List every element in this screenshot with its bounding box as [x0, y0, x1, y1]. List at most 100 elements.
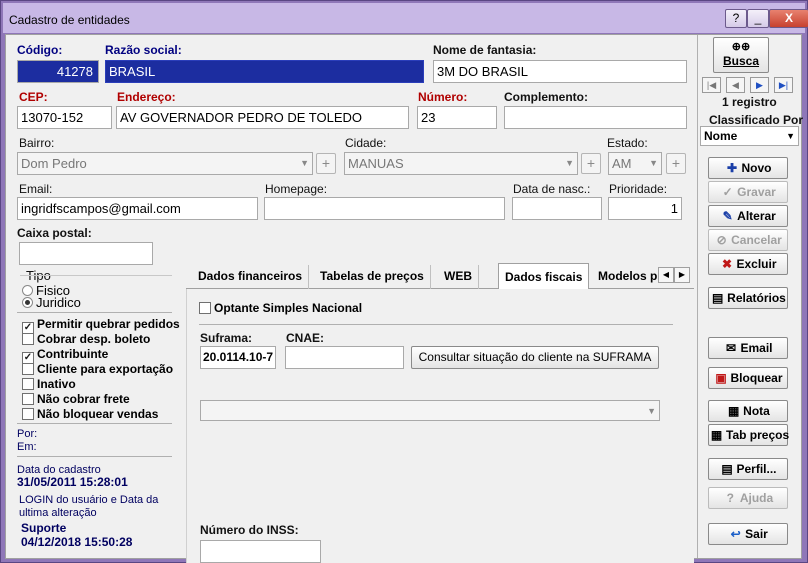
minimize-button[interactable]: _ — [747, 9, 769, 28]
email-button[interactable]: ✉ Email — [708, 337, 788, 359]
check-icon: ✓ — [722, 185, 733, 199]
ajuda-button[interactable]: ? Ajuda — [708, 487, 788, 509]
inss-field[interactable] — [200, 540, 321, 563]
tab-modelos[interactable]: Modelos p — [592, 265, 662, 289]
add-bairro-button[interactable]: + — [316, 153, 336, 174]
close-button[interactable]: X — [769, 9, 808, 28]
nav-last-icon[interactable]: ▶| — [774, 77, 793, 93]
add-estado-button[interactable]: + — [666, 153, 686, 174]
prioridade-field[interactable]: 1 — [608, 197, 682, 220]
tab-tabelas-precos[interactable]: Tabelas de preços — [314, 265, 431, 289]
flag-exportacao[interactable]: Cliente para exportação — [22, 362, 173, 376]
razao-social-field[interactable]: BRASIL — [105, 60, 424, 83]
homepage-field[interactable] — [264, 197, 505, 220]
endereco-label: Endereço: — [117, 90, 176, 104]
block-icon: ▣ — [715, 371, 727, 385]
delete-icon: ✖ — [721, 257, 733, 271]
nota-button[interactable]: ▦ Nota — [708, 400, 788, 422]
data-nasc-field[interactable] — [512, 197, 602, 220]
exit-icon: ↩ — [730, 527, 741, 541]
fiscal-dropdown[interactable]: ▼ — [200, 400, 660, 421]
consultar-suframa-button[interactable]: Consultar situação do cliente na SUFRAMA — [411, 346, 659, 369]
tab-scroll-left-icon[interactable]: ◀ — [658, 267, 674, 283]
login-label-1: LOGIN do usuário e Data da — [19, 494, 159, 506]
flag-cobrar-boleto[interactable]: Cobrar desp. boleto — [22, 332, 150, 346]
flag-inativo[interactable]: Inativo — [22, 377, 76, 391]
em-label: Em: — [17, 441, 37, 453]
chevron-down-icon: ▼ — [786, 131, 795, 141]
note-icon: ▦ — [727, 404, 740, 418]
cep-label: CEP: — [19, 90, 48, 104]
ajuda-label: Ajuda — [739, 491, 774, 505]
bloquear-button[interactable]: ▣ Bloquear — [708, 367, 788, 389]
registro-count: 1 registro — [722, 95, 777, 109]
numero-label: Número: — [418, 90, 468, 104]
tipo-divider — [20, 275, 172, 276]
gravar-button[interactable]: ✓ Gravar — [708, 181, 788, 203]
edit-icon: ✎ — [722, 209, 733, 223]
add-cidade-button[interactable]: + — [581, 153, 601, 174]
sair-label: Sair — [745, 527, 768, 541]
email-label: Email: — [19, 182, 53, 196]
codigo-label: Código: — [17, 43, 63, 57]
flag-label: Cliente para exportação — [37, 362, 174, 376]
razao-social-label: Razão social: — [105, 43, 182, 57]
relatorios-button[interactable]: ▤ Relatórios — [708, 287, 788, 309]
suframa-field[interactable]: 20.0114.10-7 — [200, 346, 276, 369]
bairro-field[interactable]: Dom Pedro ▼ — [17, 152, 313, 175]
suframa-label: Suframa: — [200, 331, 253, 345]
data-nasc-label: Data de nasc.: — [513, 182, 591, 196]
numero-field[interactable]: 23 — [417, 106, 497, 129]
checkbox — [22, 393, 34, 405]
gravar-label: Gravar — [737, 185, 776, 199]
nav-next-icon[interactable]: ▶ — [750, 77, 769, 93]
estado-field[interactable]: AM ▼ — [608, 152, 662, 175]
flag-nao-bloquear[interactable]: Não bloquear vendas — [22, 407, 158, 421]
alterar-button[interactable]: ✎ Alterar — [708, 205, 788, 227]
codigo-field[interactable]: 41278 — [17, 60, 99, 83]
nav-first-icon[interactable]: |◀ — [702, 77, 721, 93]
tab-dados-financeiros[interactable]: Dados financeiros — [192, 265, 310, 289]
cnae-field[interactable] — [285, 346, 404, 369]
help-icon: ? — [726, 491, 734, 505]
endereco-field[interactable]: AV GOVERNADOR PEDRO DE TOLEDO — [116, 106, 409, 129]
complemento-field[interactable] — [504, 106, 687, 129]
radio-juridico[interactable]: Juridico — [22, 295, 81, 310]
tab-scroll-right-icon[interactable]: ▶ — [674, 267, 690, 283]
audit-divider — [17, 456, 172, 457]
help-button[interactable]: ? — [725, 9, 747, 28]
plus-icon: ✚ — [726, 161, 738, 175]
nav-prev-icon[interactable]: ◀ — [726, 77, 745, 93]
optante-simples-checkbox[interactable]: Optante Simples Nacional — [199, 301, 362, 315]
perfil-button[interactable]: ▤ Perfil... — [708, 458, 788, 480]
novo-button[interactable]: ✚ Novo — [708, 157, 788, 179]
chevron-down-icon: ▼ — [647, 406, 656, 416]
email-field[interactable]: ingridfscampos@gmail.com — [17, 197, 258, 220]
classificado-select[interactable]: Nome ▼ — [700, 126, 799, 146]
tab-dados-fiscais[interactable]: Dados fiscais — [498, 263, 590, 290]
cidade-field[interactable]: MANUAS ▼ — [344, 152, 578, 175]
tab-web[interactable]: WEB — [438, 265, 479, 289]
checkbox — [22, 333, 34, 345]
cancel-icon: ⊘ — [716, 233, 727, 247]
chevron-down-icon: ▼ — [649, 158, 658, 168]
bloquear-label: Bloquear — [730, 371, 783, 385]
tab-precos-button[interactable]: ▦ Tab preços — [708, 424, 789, 446]
por-label: Por: — [17, 428, 38, 440]
cancelar-button[interactable]: ⊘ Cancelar — [708, 229, 788, 251]
complemento-label: Complemento: — [504, 90, 588, 104]
nome-fantasia-field[interactable]: 3M DO BRASIL — [433, 60, 687, 83]
excluir-button[interactable]: ✖ Excluir — [708, 253, 788, 275]
sair-button[interactable]: ↩ Sair — [708, 523, 788, 545]
login-label-2: ultima alteração — [19, 507, 97, 519]
relatorios-label: Relatórios — [727, 291, 786, 305]
caixa-postal-field[interactable] — [19, 242, 153, 265]
cep-field[interactable]: 13070-152 — [17, 106, 112, 129]
estado-value: AM — [612, 156, 632, 171]
flag-nao-cobrar-frete[interactable]: Não cobrar frete — [22, 392, 130, 406]
busca-button[interactable]: ⊕⊕ Busca — [713, 37, 769, 73]
binoculars-icon: ⊕⊕ — [731, 41, 751, 53]
caixa-postal-label: Caixa postal: — [17, 226, 92, 240]
novo-label: Novo — [741, 161, 772, 175]
form-area: Código: 41278 Razão social: BRASIL Nome … — [5, 34, 803, 563]
